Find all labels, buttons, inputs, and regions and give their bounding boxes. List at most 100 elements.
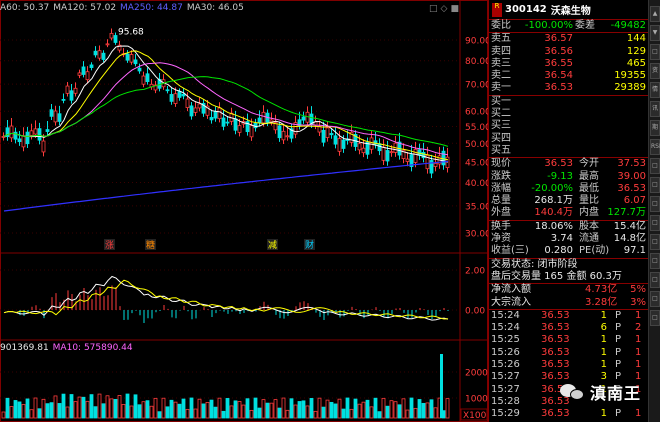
webi-label: 委比 xyxy=(491,20,511,31)
candle-body xyxy=(389,151,394,154)
candle-body xyxy=(193,107,198,113)
toolbar-button[interactable]: 情 xyxy=(650,82,660,98)
candle-body xyxy=(9,125,14,139)
indicator-tick-label: 2.00 xyxy=(465,267,485,277)
webi-value: -100.00% xyxy=(524,20,573,31)
candle-body xyxy=(209,117,214,121)
bid-label: 买三 xyxy=(491,120,511,132)
candle-body xyxy=(173,93,178,104)
ask-label: 卖三 xyxy=(491,57,511,69)
chart-toggle-button[interactable]: □ xyxy=(429,4,438,14)
toolbar-button[interactable]: □ xyxy=(650,196,660,212)
candle-body xyxy=(329,133,334,136)
candle-body xyxy=(233,118,238,131)
candle-body xyxy=(65,85,70,94)
event-marker[interactable]: 财 xyxy=(305,239,314,251)
tick-volume: 1 xyxy=(600,309,607,321)
stat-row: 净资 3.74 流通 14.8亿 xyxy=(489,233,648,245)
toolbar-button[interactable]: □ xyxy=(650,215,660,231)
wechat-icon xyxy=(560,382,586,402)
candle-body xyxy=(333,135,338,145)
tick-time: 15:24 xyxy=(491,309,520,321)
ask-row[interactable]: 卖三 36.55 465 xyxy=(489,58,648,70)
candle-body xyxy=(93,50,98,56)
stock-header[interactable]: R 300142 沃森生物 xyxy=(489,0,648,20)
net-inflow-row[interactable]: 净流入额 4.73亿 5% xyxy=(489,284,648,296)
tick-row[interactable]: 15:26 36.53 1 P 1 xyxy=(489,359,648,371)
volume-bar xyxy=(85,400,90,419)
block-inflow-row[interactable]: 大宗流入 3.28亿 3% xyxy=(489,297,648,309)
kline-chart[interactable]: 90.00 80.00 70.00 60.00 55.00 50.00 45.00 40.00… xyxy=(0,0,488,422)
toolbar-button[interactable]: □ xyxy=(650,253,660,269)
candle-body xyxy=(57,113,62,122)
toolbar-button[interactable]: □ xyxy=(650,291,660,307)
candle-body xyxy=(181,93,186,97)
tick-row[interactable]: 15:24 36.53 1 P 1 xyxy=(489,310,648,322)
toolbar-button[interactable]: 讯 xyxy=(650,101,660,117)
stat-value: 97.1 xyxy=(623,245,646,257)
tick-flag: P xyxy=(615,346,622,358)
volume-bar xyxy=(61,393,66,419)
volume-bar xyxy=(33,397,38,419)
toolbar-button[interactable]: □ xyxy=(650,310,660,326)
toolbar-button[interactable]: □ xyxy=(650,44,660,60)
tick-price: 36.53 xyxy=(541,408,570,420)
toolbar-button[interactable]: ▼ xyxy=(650,25,660,41)
stat-value: 37.53 xyxy=(617,158,646,170)
volume-bar xyxy=(201,403,206,419)
stock-code: 300142 xyxy=(505,4,547,15)
toolbar-button[interactable]: 资 xyxy=(650,63,660,79)
candle-body xyxy=(133,59,138,65)
stat-value: 3.74 xyxy=(550,233,573,245)
ask-row[interactable]: 卖一 36.53 29389 xyxy=(489,82,648,94)
toolbar-button[interactable]: 期 xyxy=(650,120,660,136)
ask-row[interactable]: 卖二 36.54 19355 xyxy=(489,70,648,82)
event-marker[interactable]: 糖 xyxy=(146,239,155,251)
ask-row[interactable]: 卖四 36.56 129 xyxy=(489,46,648,58)
bid-row[interactable]: 买二 xyxy=(489,108,648,120)
candle-body xyxy=(261,111,266,124)
chart-toggle-button[interactable]: ◇ xyxy=(441,4,448,14)
bid-row[interactable]: 买四 xyxy=(489,133,648,145)
price-tick-label: 90.00 xyxy=(465,37,488,47)
tick-row[interactable]: 15:26 36.53 1 P 1 xyxy=(489,347,648,359)
ma-legend-item: A60: 50.37 xyxy=(0,3,50,13)
volume-bar xyxy=(77,396,82,419)
chart-toggle-buttons[interactable]: □ ◇ ■ xyxy=(426,4,459,14)
volume-bar xyxy=(349,408,354,419)
toolbar-button[interactable]: RSI xyxy=(650,139,660,155)
kline-chart-area[interactable]: 90.00 80.00 70.00 60.00 55.00 50.00 45.00 40.00… xyxy=(0,0,488,422)
toolbar-button[interactable]: □ xyxy=(650,177,660,193)
volume-tick-label: 10000 xyxy=(465,395,488,405)
ask-label: 卖一 xyxy=(491,82,511,94)
tick-volume: 1 xyxy=(600,346,607,358)
candle-body xyxy=(81,66,86,75)
toolbar-button[interactable]: □ xyxy=(650,234,660,250)
ask-row[interactable]: 卖五 36.57 144 xyxy=(489,33,648,45)
event-marker[interactable]: 涨 xyxy=(105,240,114,251)
volume-bar xyxy=(285,409,290,419)
volume-bar xyxy=(245,398,250,419)
volume-bar xyxy=(413,407,418,419)
volume-bar xyxy=(385,405,390,419)
chart-toggle-button[interactable]: ■ xyxy=(450,4,459,14)
event-marker[interactable]: 减 xyxy=(268,239,277,251)
volume-bar xyxy=(101,403,106,419)
ask-volume: 144 xyxy=(626,33,646,45)
tick-row[interactable]: 15:24 36.53 6 P 2 xyxy=(489,322,648,334)
volume-bar xyxy=(189,397,194,419)
toolbar-button[interactable]: □ xyxy=(650,158,660,174)
volume-bar xyxy=(329,401,334,419)
volume-bar xyxy=(305,405,310,419)
bid-row[interactable]: 买五 xyxy=(489,145,648,157)
volume-bar xyxy=(133,394,138,419)
tick-row[interactable]: 15:29 36.53 1 P 1 xyxy=(489,408,648,420)
toolbar-button[interactable]: ▲ xyxy=(650,6,660,22)
bid-row[interactable]: 买三 xyxy=(489,120,648,132)
tick-count: 1 xyxy=(635,334,642,346)
bid-row[interactable]: 买一 xyxy=(489,96,648,108)
toolbar-button[interactable]: □ xyxy=(650,272,660,288)
tick-row[interactable]: 15:25 36.53 1 P 1 xyxy=(489,334,648,346)
candle-body xyxy=(197,103,202,109)
volume-bar xyxy=(113,399,118,419)
